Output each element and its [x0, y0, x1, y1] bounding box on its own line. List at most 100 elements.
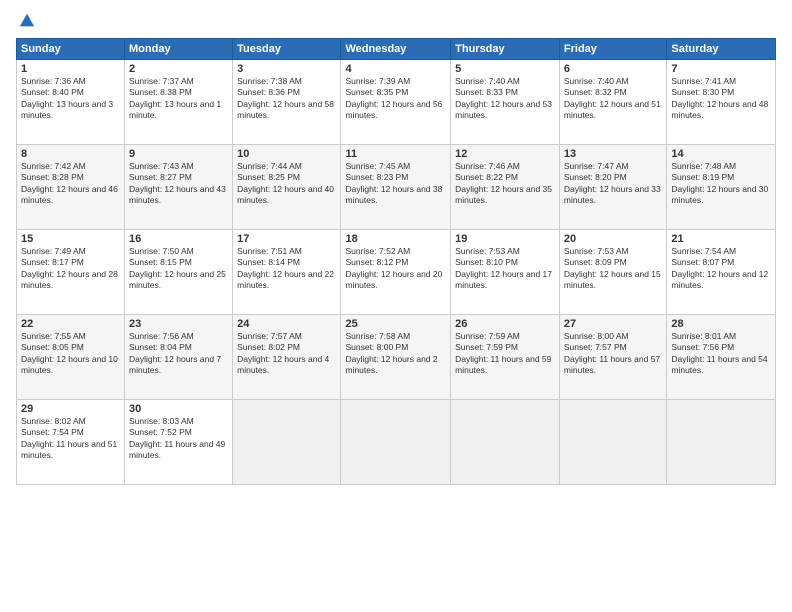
calendar-header-wednesday: Wednesday: [341, 39, 451, 60]
day-number: 5: [455, 63, 555, 75]
calendar-empty-cell: [451, 400, 560, 485]
day-info: Sunrise: 7:42 AM Sunset: 8:28 PM Dayligh…: [21, 161, 120, 207]
day-info: Sunrise: 7:40 AM Sunset: 8:33 PM Dayligh…: [455, 76, 555, 122]
calendar-day-10: 10 Sunrise: 7:44 AM Sunset: 8:25 PM Dayl…: [233, 145, 341, 230]
day-number: 11: [345, 148, 446, 160]
page: SundayMondayTuesdayWednesdayThursdayFrid…: [0, 0, 792, 612]
calendar-week-row: 8 Sunrise: 7:42 AM Sunset: 8:28 PM Dayli…: [17, 145, 776, 230]
day-number: 18: [345, 233, 446, 245]
day-number: 28: [671, 318, 771, 330]
day-number: 3: [237, 63, 336, 75]
calendar-day-8: 8 Sunrise: 7:42 AM Sunset: 8:28 PM Dayli…: [17, 145, 125, 230]
calendar-header-monday: Monday: [125, 39, 233, 60]
calendar-day-3: 3 Sunrise: 7:38 AM Sunset: 8:36 PM Dayli…: [233, 60, 341, 145]
calendar-week-row: 22 Sunrise: 7:55 AM Sunset: 8:05 PM Dayl…: [17, 315, 776, 400]
day-info: Sunrise: 7:54 AM Sunset: 8:07 PM Dayligh…: [671, 246, 771, 292]
day-info: Sunrise: 7:56 AM Sunset: 8:04 PM Dayligh…: [129, 331, 228, 377]
day-info: Sunrise: 7:39 AM Sunset: 8:35 PM Dayligh…: [345, 76, 446, 122]
day-info: Sunrise: 7:44 AM Sunset: 8:25 PM Dayligh…: [237, 161, 336, 207]
day-number: 10: [237, 148, 336, 160]
calendar-empty-cell: [667, 400, 776, 485]
day-info: Sunrise: 7:38 AM Sunset: 8:36 PM Dayligh…: [237, 76, 336, 122]
calendar-day-21: 21 Sunrise: 7:54 AM Sunset: 8:07 PM Dayl…: [667, 230, 776, 315]
calendar-day-20: 20 Sunrise: 7:53 AM Sunset: 8:09 PM Dayl…: [559, 230, 666, 315]
calendar-day-7: 7 Sunrise: 7:41 AM Sunset: 8:30 PM Dayli…: [667, 60, 776, 145]
calendar-header-tuesday: Tuesday: [233, 39, 341, 60]
day-number: 29: [21, 403, 120, 415]
calendar-day-11: 11 Sunrise: 7:45 AM Sunset: 8:23 PM Dayl…: [341, 145, 451, 230]
day-number: 21: [671, 233, 771, 245]
day-info: Sunrise: 7:36 AM Sunset: 8:40 PM Dayligh…: [21, 76, 120, 122]
day-info: Sunrise: 7:51 AM Sunset: 8:14 PM Dayligh…: [237, 246, 336, 292]
calendar-day-26: 26 Sunrise: 7:59 AM Sunset: 7:59 PM Dayl…: [451, 315, 560, 400]
calendar-header-thursday: Thursday: [451, 39, 560, 60]
day-info: Sunrise: 7:45 AM Sunset: 8:23 PM Dayligh…: [345, 161, 446, 207]
day-number: 17: [237, 233, 336, 245]
day-info: Sunrise: 7:59 AM Sunset: 7:59 PM Dayligh…: [455, 331, 555, 377]
day-number: 7: [671, 63, 771, 75]
day-number: 19: [455, 233, 555, 245]
day-number: 14: [671, 148, 771, 160]
logo-icon: [18, 12, 36, 30]
calendar-day-6: 6 Sunrise: 7:40 AM Sunset: 8:32 PM Dayli…: [559, 60, 666, 145]
day-info: Sunrise: 7:53 AM Sunset: 8:10 PM Dayligh…: [455, 246, 555, 292]
calendar-day-29: 29 Sunrise: 8:02 AM Sunset: 7:54 PM Dayl…: [17, 400, 125, 485]
calendar-day-25: 25 Sunrise: 7:58 AM Sunset: 8:00 PM Dayl…: [341, 315, 451, 400]
calendar-day-9: 9 Sunrise: 7:43 AM Sunset: 8:27 PM Dayli…: [125, 145, 233, 230]
calendar-week-row: 29 Sunrise: 8:02 AM Sunset: 7:54 PM Dayl…: [17, 400, 776, 485]
calendar-header-saturday: Saturday: [667, 39, 776, 60]
day-number: 1: [21, 63, 120, 75]
day-number: 24: [237, 318, 336, 330]
calendar-empty-cell: [341, 400, 451, 485]
day-info: Sunrise: 7:58 AM Sunset: 8:00 PM Dayligh…: [345, 331, 446, 377]
calendar-week-row: 1 Sunrise: 7:36 AM Sunset: 8:40 PM Dayli…: [17, 60, 776, 145]
day-info: Sunrise: 7:50 AM Sunset: 8:15 PM Dayligh…: [129, 246, 228, 292]
calendar-day-27: 27 Sunrise: 8:00 AM Sunset: 7:57 PM Dayl…: [559, 315, 666, 400]
day-info: Sunrise: 8:00 AM Sunset: 7:57 PM Dayligh…: [564, 331, 662, 377]
calendar-day-19: 19 Sunrise: 7:53 AM Sunset: 8:10 PM Dayl…: [451, 230, 560, 315]
day-info: Sunrise: 7:57 AM Sunset: 8:02 PM Dayligh…: [237, 331, 336, 377]
calendar-day-5: 5 Sunrise: 7:40 AM Sunset: 8:33 PM Dayli…: [451, 60, 560, 145]
logo: [16, 12, 36, 30]
day-number: 20: [564, 233, 662, 245]
day-number: 23: [129, 318, 228, 330]
day-number: 6: [564, 63, 662, 75]
day-info: Sunrise: 7:46 AM Sunset: 8:22 PM Dayligh…: [455, 161, 555, 207]
day-info: Sunrise: 7:43 AM Sunset: 8:27 PM Dayligh…: [129, 161, 228, 207]
day-info: Sunrise: 8:01 AM Sunset: 7:56 PM Dayligh…: [671, 331, 771, 377]
calendar-day-2: 2 Sunrise: 7:37 AM Sunset: 8:38 PM Dayli…: [125, 60, 233, 145]
day-number: 9: [129, 148, 228, 160]
calendar-day-17: 17 Sunrise: 7:51 AM Sunset: 8:14 PM Dayl…: [233, 230, 341, 315]
day-number: 12: [455, 148, 555, 160]
calendar-day-12: 12 Sunrise: 7:46 AM Sunset: 8:22 PM Dayl…: [451, 145, 560, 230]
day-info: Sunrise: 7:40 AM Sunset: 8:32 PM Dayligh…: [564, 76, 662, 122]
day-info: Sunrise: 7:37 AM Sunset: 8:38 PM Dayligh…: [129, 76, 228, 122]
day-number: 26: [455, 318, 555, 330]
day-number: 4: [345, 63, 446, 75]
calendar-week-row: 15 Sunrise: 7:49 AM Sunset: 8:17 PM Dayl…: [17, 230, 776, 315]
calendar-day-28: 28 Sunrise: 8:01 AM Sunset: 7:56 PM Dayl…: [667, 315, 776, 400]
day-number: 15: [21, 233, 120, 245]
day-number: 30: [129, 403, 228, 415]
calendar-day-13: 13 Sunrise: 7:47 AM Sunset: 8:20 PM Dayl…: [559, 145, 666, 230]
day-number: 13: [564, 148, 662, 160]
calendar-day-30: 30 Sunrise: 8:03 AM Sunset: 7:52 PM Dayl…: [125, 400, 233, 485]
day-info: Sunrise: 7:55 AM Sunset: 8:05 PM Dayligh…: [21, 331, 120, 377]
calendar-header-friday: Friday: [559, 39, 666, 60]
calendar-empty-cell: [233, 400, 341, 485]
day-number: 25: [345, 318, 446, 330]
calendar-day-1: 1 Sunrise: 7:36 AM Sunset: 8:40 PM Dayli…: [17, 60, 125, 145]
calendar-day-18: 18 Sunrise: 7:52 AM Sunset: 8:12 PM Dayl…: [341, 230, 451, 315]
header: [16, 12, 776, 30]
day-number: 27: [564, 318, 662, 330]
day-info: Sunrise: 7:41 AM Sunset: 8:30 PM Dayligh…: [671, 76, 771, 122]
day-number: 8: [21, 148, 120, 160]
calendar-day-23: 23 Sunrise: 7:56 AM Sunset: 8:04 PM Dayl…: [125, 315, 233, 400]
day-number: 2: [129, 63, 228, 75]
day-info: Sunrise: 7:49 AM Sunset: 8:17 PM Dayligh…: [21, 246, 120, 292]
calendar-day-15: 15 Sunrise: 7:49 AM Sunset: 8:17 PM Dayl…: [17, 230, 125, 315]
day-info: Sunrise: 7:53 AM Sunset: 8:09 PM Dayligh…: [564, 246, 662, 292]
calendar-day-14: 14 Sunrise: 7:48 AM Sunset: 8:19 PM Dayl…: [667, 145, 776, 230]
calendar-day-4: 4 Sunrise: 7:39 AM Sunset: 8:35 PM Dayli…: [341, 60, 451, 145]
calendar-header-row: SundayMondayTuesdayWednesdayThursdayFrid…: [17, 39, 776, 60]
